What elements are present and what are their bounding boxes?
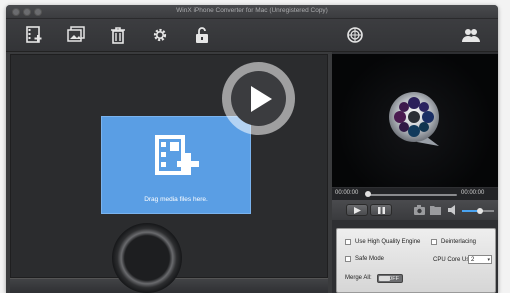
seek-bar[interactable]	[367, 194, 457, 196]
deinterlacing-checkbox[interactable]: Deinterlacing	[431, 239, 476, 245]
seek-handle[interactable]	[365, 191, 371, 197]
folder-icon[interactable]	[430, 205, 441, 215]
high-quality-label: Use High Quality Engine	[355, 239, 421, 245]
unlock-icon[interactable]	[192, 25, 212, 45]
high-quality-checkbox[interactable]: Use High Quality Engine	[345, 239, 420, 245]
run-button[interactable]	[112, 223, 182, 293]
chevron-down-icon: ▾	[487, 257, 490, 263]
title-bar: WinX iPhone Converter for Mac (Unregiste…	[6, 5, 498, 19]
safe-mode-checkbox[interactable]: Safe Mode	[345, 256, 384, 262]
preview-video	[332, 54, 498, 187]
drop-hint-text: Drag media files here.	[144, 196, 208, 203]
add-video-icon[interactable]	[25, 25, 45, 45]
settings-panel: Use High Quality Engine Deinterlacing Sa…	[336, 228, 496, 293]
add-photo-icon[interactable]	[66, 25, 86, 45]
toolbar	[6, 19, 498, 52]
play-button[interactable]	[346, 204, 368, 216]
trash-icon[interactable]	[108, 25, 128, 45]
window-title: WinX iPhone Converter for Mac (Unregiste…	[176, 7, 328, 14]
play-button-face	[231, 71, 286, 126]
film-reel-icon	[389, 92, 439, 146]
pause-button[interactable]	[370, 204, 392, 216]
gear-icon[interactable]	[150, 25, 170, 45]
total-time: 00:00:00	[461, 190, 485, 196]
screenshot-frame: WinX iPhone Converter for Mac (Unregiste…	[0, 0, 510, 293]
checkbox-box	[431, 239, 437, 245]
play-small-icon	[354, 207, 361, 214]
toggle-knob	[379, 276, 390, 281]
cpu-core-select[interactable]: 2 ▾	[468, 255, 492, 264]
checkbox-box	[345, 256, 351, 262]
users-icon[interactable]	[461, 25, 481, 45]
pause-icon	[378, 207, 385, 214]
merge-all-label: Merge All:	[345, 275, 372, 281]
play-icon	[251, 86, 272, 112]
cpu-core-value: 2	[471, 257, 475, 263]
play-button-overlay[interactable]	[222, 62, 295, 135]
checkbox-box	[345, 239, 351, 245]
camera-icon[interactable]	[414, 205, 425, 215]
current-time: 00:00:00	[335, 190, 359, 196]
app-window: WinX iPhone Converter for Mac (Unregiste…	[6, 5, 498, 293]
volume-slider[interactable]	[462, 208, 494, 214]
merge-all-toggle[interactable]: OFF	[377, 274, 403, 283]
preview-panel: 00:00:00 00:00:00 Use High Quality Engin…	[332, 52, 498, 293]
drop-zone[interactable]: Drag media files here.	[101, 116, 251, 214]
playback-controls	[332, 200, 498, 220]
speaker-icon	[448, 205, 455, 215]
volume-handle[interactable]	[476, 208, 483, 214]
update-globe-icon[interactable]	[345, 25, 365, 45]
time-row: 00:00:00 00:00:00	[332, 188, 498, 200]
deinterlacing-label: Deinterlacing	[441, 239, 477, 245]
safe-mode-label: Safe Mode	[355, 256, 385, 262]
add-media-icon	[155, 135, 199, 175]
